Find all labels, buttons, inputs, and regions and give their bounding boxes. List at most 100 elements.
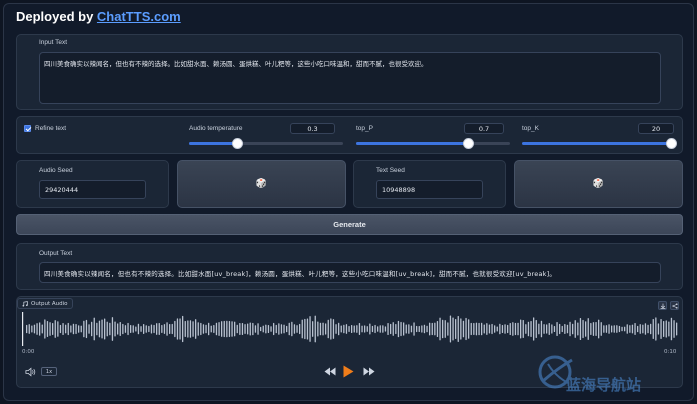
temperature-input[interactable]: 0.3	[290, 123, 335, 134]
waveform-bar	[210, 325, 212, 333]
top-k-slider-fill	[522, 142, 672, 145]
waveform-bar	[462, 320, 465, 338]
waveform-bar	[62, 322, 64, 336]
waveform-bar	[387, 322, 389, 336]
waveform-bar	[491, 323, 493, 335]
waveform-bar	[119, 322, 121, 336]
forward-icon[interactable]	[363, 367, 375, 376]
waveform-bar	[634, 323, 636, 335]
waveform-bar	[332, 319, 335, 339]
watermark-logo: 蓝海导航站	[538, 355, 641, 394]
waveform-bar	[364, 325, 366, 333]
waveform-bar	[306, 318, 309, 340]
waveform-bar	[390, 323, 392, 335]
text-seed-input[interactable]: 10948898	[376, 180, 483, 199]
play-icon[interactable]	[343, 365, 354, 378]
playhead[interactable]	[22, 312, 24, 346]
top-k-slider-knob[interactable]	[666, 138, 677, 149]
waveform-bar	[158, 323, 160, 335]
rewind-icon[interactable]	[324, 367, 336, 376]
temperature-slider-fill	[189, 142, 237, 145]
waveform-bar	[356, 325, 358, 333]
waveform-bar	[603, 325, 605, 333]
waveform-bar	[405, 324, 407, 334]
waveform-bar	[39, 322, 41, 336]
waveform-bar	[283, 324, 285, 334]
waveform-bar	[657, 323, 660, 335]
waveform-bar	[517, 322, 519, 336]
waveform-bar	[41, 324, 43, 334]
waveform-bar	[286, 325, 288, 333]
waveform[interactable]	[22, 312, 678, 346]
waveform-bar	[533, 317, 535, 341]
top-k-input[interactable]: 20	[638, 123, 674, 134]
current-time: 0:00	[22, 349, 35, 355]
chattts-link[interactable]: ChatTTS.com	[97, 9, 181, 24]
refine-text-label: Refine text	[35, 125, 67, 132]
refine-text-checkbox[interactable]	[24, 125, 31, 132]
waveform-bar	[345, 324, 348, 334]
waveform-bar	[150, 324, 153, 334]
waveform-bar	[348, 326, 350, 332]
share-button[interactable]	[670, 301, 679, 310]
waveform-bar	[109, 322, 111, 336]
waveform-bar	[275, 324, 277, 334]
waveform-bar	[327, 319, 329, 339]
waveform-bar	[208, 322, 210, 336]
waveform-bar	[629, 325, 631, 333]
waveform-bar	[468, 319, 470, 339]
options-panel	[16, 116, 683, 154]
volume-icon[interactable]	[25, 367, 36, 377]
generate-button[interactable]: Generate	[16, 214, 683, 235]
input-textarea[interactable]: 四川美食确实以辣闻名，但也有不辣的选择。比如甜水面、赖汤圆、蛋烘糕、叶儿粑等，这…	[39, 52, 661, 104]
waveform-bar	[535, 319, 537, 339]
waveform-bar	[195, 319, 197, 339]
waveform-bar	[218, 322, 220, 336]
waveform-bar	[67, 322, 69, 336]
waveform-bar	[499, 323, 501, 335]
waveform-bar	[496, 326, 498, 332]
waveform-bar	[395, 323, 397, 335]
waveform-bar	[650, 323, 652, 335]
waveform-bar	[31, 325, 33, 333]
waveform-bar	[104, 318, 106, 340]
top-p-slider-knob[interactable]	[463, 138, 474, 149]
watermark-text: 蓝海导航站	[566, 376, 641, 394]
waveform-bar	[174, 320, 176, 338]
waveform-bar	[236, 324, 238, 334]
input-label: Input Text	[39, 39, 68, 46]
waveform-bar	[668, 321, 670, 337]
waveform-bar	[447, 322, 449, 336]
output-audio-label: Output Audio	[31, 300, 68, 307]
top-p-input[interactable]: 0.7	[464, 123, 504, 134]
audio-seed-label: Audio Seed	[39, 167, 73, 174]
waveform-bar	[267, 324, 270, 334]
text-seed-dice-button[interactable]: 🎲	[514, 160, 683, 208]
waveform-bar	[314, 315, 316, 343]
waveform-bar	[130, 325, 132, 333]
waveform-bar	[304, 318, 306, 340]
waveform-bar	[436, 320, 439, 338]
waveform-bar	[455, 319, 457, 339]
waveform-bar	[582, 319, 584, 339]
playback-speed-button[interactable]: 1x	[41, 367, 57, 376]
waveform-bar	[460, 318, 462, 340]
waveform-bar	[397, 320, 400, 338]
download-button[interactable]	[658, 301, 667, 310]
waveform-bar	[153, 324, 155, 334]
waveform-bar	[72, 323, 75, 335]
audio-seed-input[interactable]: 29420444	[39, 180, 146, 199]
waveform-bar	[301, 319, 303, 339]
waveform-bar	[616, 325, 618, 333]
output-textarea[interactable]: 四川美食确实以辣闻名，但也有不辣的选择。比如甜水面[uv_break]，赖汤圆，…	[39, 262, 661, 283]
waveform-bar	[561, 325, 563, 333]
waveform-bar	[239, 323, 241, 335]
temperature-slider-knob[interactable]	[232, 138, 243, 149]
audio-seed-dice-button[interactable]: 🎲	[177, 160, 346, 208]
waveform-bar	[592, 322, 595, 336]
waveform-bar	[70, 325, 72, 333]
waveform-bar	[569, 321, 571, 337]
waveform-bar	[192, 321, 194, 337]
waveform-bar	[80, 325, 82, 333]
waveform-bar	[176, 318, 179, 340]
